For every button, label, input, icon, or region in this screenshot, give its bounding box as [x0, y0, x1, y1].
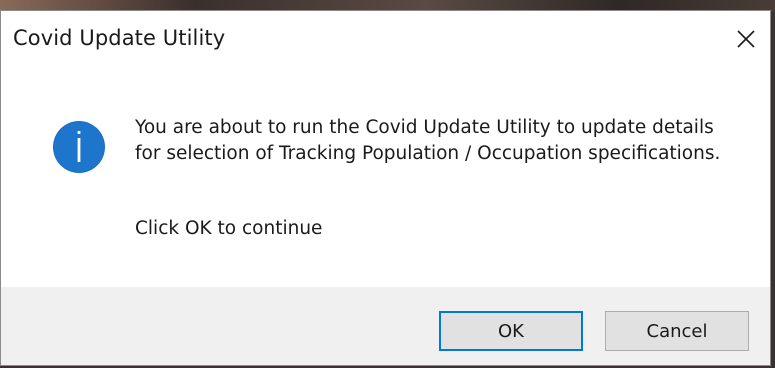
dialog-title: Covid Update Utility	[13, 26, 226, 50]
ok-button[interactable]: OK	[439, 311, 583, 351]
close-icon	[737, 30, 755, 48]
dialog-button-bar: OK Cancel	[1, 287, 770, 365]
cancel-button[interactable]: Cancel	[605, 311, 749, 351]
close-button[interactable]	[726, 19, 766, 59]
dialog-content: You are about to run the Covid Update Ut…	[1, 71, 770, 287]
continue-instruction: Click OK to continue	[135, 218, 323, 239]
information-icon	[53, 121, 105, 173]
message-dialog: Covid Update Utility You are about to ru…	[0, 10, 771, 366]
dialog-titlebar[interactable]: Covid Update Utility	[1, 11, 770, 71]
dialog-message: You are about to run the Covid Update Ut…	[135, 117, 721, 164]
